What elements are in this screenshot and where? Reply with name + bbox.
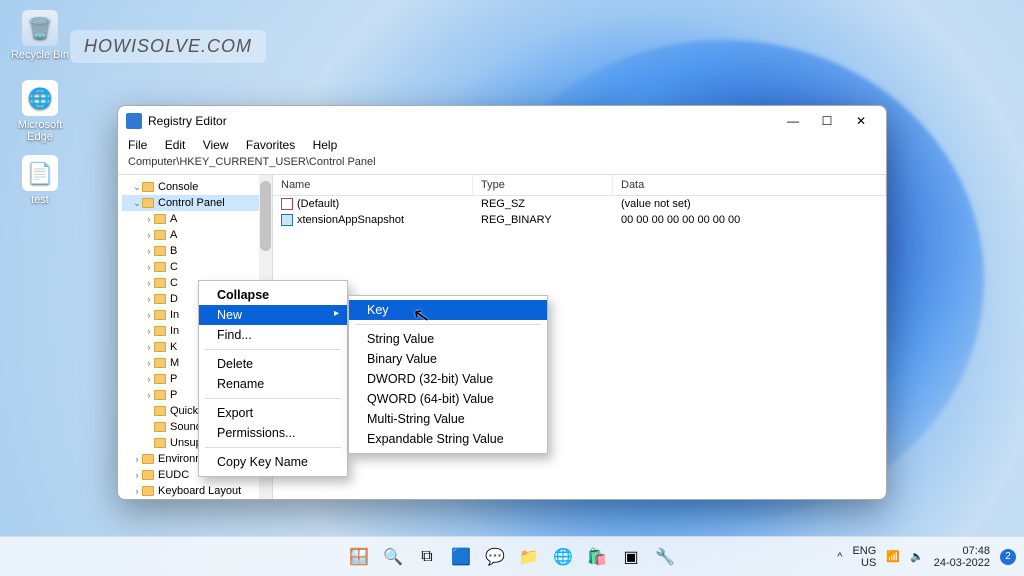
ctx-new-dword[interactable]: DWORD (32-bit) Value (349, 369, 547, 389)
system-tray[interactable]: ^ ENGUS 📶 🔈 07:48 24-03-2022 2 (837, 545, 1016, 569)
context-submenu-new: Key String Value Binary Value DWORD (32-… (348, 295, 548, 454)
tree-item[interactable]: P (170, 389, 177, 401)
menu-favorites[interactable]: Favorites (246, 138, 295, 152)
ctx-new-key[interactable]: Key (349, 300, 547, 320)
titlebar[interactable]: Registry Editor — ☐ ✕ (118, 106, 886, 136)
scrollbar-thumb[interactable] (260, 181, 271, 251)
ctx-delete[interactable]: Delete (199, 354, 347, 374)
separator (355, 324, 541, 325)
menu-edit[interactable]: Edit (165, 138, 186, 152)
tree-item[interactable]: Console (158, 181, 198, 193)
ctx-new-expandstring[interactable]: Expandable String Value (349, 429, 547, 449)
tree-item[interactable]: A (170, 213, 177, 225)
tree-item[interactable]: M (170, 357, 179, 369)
ctx-export[interactable]: Export (199, 403, 347, 423)
ctx-copy-key-name[interactable]: Copy Key Name (199, 452, 347, 472)
tree-item[interactable]: In (170, 309, 179, 321)
desktop-icon-edge[interactable]: 🌐 Microsoft Edge (10, 80, 70, 143)
tree-item[interactable]: K (170, 341, 177, 353)
separator (205, 349, 341, 350)
menubar: File Edit View Favorites Help (118, 136, 886, 154)
explorer-button[interactable]: 📁 (515, 543, 543, 571)
separator (205, 447, 341, 448)
task-view-button[interactable]: ⧉ (413, 543, 441, 571)
tree-item[interactable]: Keyboard Layout (158, 485, 241, 497)
file-icon: 📄 (22, 155, 58, 191)
tree-item[interactable]: A (170, 229, 177, 241)
ctx-new-qword[interactable]: QWORD (64-bit) Value (349, 389, 547, 409)
tree-item-selected[interactable]: Control Panel (158, 197, 225, 209)
desktop-icon-label: Recycle Bin (10, 49, 70, 61)
binary-icon (281, 214, 293, 226)
value-row[interactable]: xtensionAppSnapshot REG_BINARY 00 00 00 … (273, 212, 886, 228)
tree-item[interactable]: C (170, 261, 178, 273)
close-button[interactable]: ✕ (844, 109, 878, 133)
edge-button[interactable]: 🌐 (549, 543, 577, 571)
network-icon[interactable]: 📶 (886, 550, 900, 563)
context-menu: Collapse New Find... Delete Rename Expor… (198, 280, 348, 477)
time-text: 07:48 (962, 545, 990, 557)
notification-badge[interactable]: 2 (1000, 549, 1016, 565)
ctx-collapse[interactable]: Collapse (199, 285, 347, 305)
app-icon (126, 113, 142, 129)
tree-item[interactable]: EUDC (158, 469, 189, 481)
watermark: HOWISOLVE.COM (70, 30, 266, 63)
menu-file[interactable]: File (128, 138, 147, 152)
ctx-rename[interactable]: Rename (199, 374, 347, 394)
terminal-button[interactable]: ▣ (617, 543, 645, 571)
desktop-icon-test[interactable]: 📄 test (10, 155, 70, 206)
column-headers[interactable]: Name Type Data (273, 175, 886, 196)
ctx-find[interactable]: Find... (199, 325, 347, 345)
date-text: 24-03-2022 (934, 557, 990, 569)
tree-item[interactable]: In (170, 325, 179, 337)
widgets-button[interactable]: 🟦 (447, 543, 475, 571)
tray-chevron-icon[interactable]: ^ (837, 551, 842, 563)
col-name[interactable]: Name (273, 175, 473, 195)
desktop-icon-label: Microsoft Edge (10, 119, 70, 143)
ctx-new-multistring[interactable]: Multi-String Value (349, 409, 547, 429)
chat-button[interactable]: 💬 (481, 543, 509, 571)
language-indicator[interactable]: ENGUS (852, 545, 876, 569)
store-button[interactable]: 🛍️ (583, 543, 611, 571)
tree-item[interactable]: P (170, 373, 177, 385)
tree-item[interactable]: D (170, 293, 178, 305)
tree-item[interactable]: C (170, 277, 178, 289)
string-icon (281, 198, 293, 210)
menu-view[interactable]: View (203, 138, 229, 152)
desktop-icon-recycle-bin[interactable]: 🗑️ Recycle Bin (10, 10, 70, 61)
value-row[interactable]: (Default) REG_SZ (value not set) (273, 196, 886, 212)
address-bar[interactable]: Computer\HKEY_CURRENT_USER\Control Panel (118, 154, 886, 175)
taskbar-center: 🪟 🔍 ⧉ 🟦 💬 📁 🌐 🛍️ ▣ 🔧 (345, 543, 679, 571)
recycle-bin-icon: 🗑️ (22, 10, 58, 46)
ctx-new-binary[interactable]: Binary Value (349, 349, 547, 369)
desktop-icon-label: test (10, 194, 70, 206)
taskbar[interactable]: 🪟 🔍 ⧉ 🟦 💬 📁 🌐 🛍️ ▣ 🔧 ^ ENGUS 📶 🔈 07:48 2… (0, 536, 1024, 576)
clock[interactable]: 07:48 24-03-2022 (934, 545, 990, 569)
window-title: Registry Editor (148, 114, 227, 128)
tree-item[interactable]: B (170, 245, 177, 257)
ctx-new[interactable]: New (199, 305, 347, 325)
edge-icon: 🌐 (22, 80, 58, 116)
maximize-button[interactable]: ☐ (810, 109, 844, 133)
separator (205, 398, 341, 399)
col-data[interactable]: Data (613, 175, 886, 195)
ctx-new-string[interactable]: String Value (349, 329, 547, 349)
col-type[interactable]: Type (473, 175, 613, 195)
search-button[interactable]: 🔍 (379, 543, 407, 571)
menu-help[interactable]: Help (313, 138, 338, 152)
regedit-button[interactable]: 🔧 (651, 543, 679, 571)
volume-icon[interactable]: 🔈 (910, 550, 924, 563)
ctx-permissions[interactable]: Permissions... (199, 423, 347, 443)
start-button[interactable]: 🪟 (345, 543, 373, 571)
minimize-button[interactable]: — (776, 109, 810, 133)
